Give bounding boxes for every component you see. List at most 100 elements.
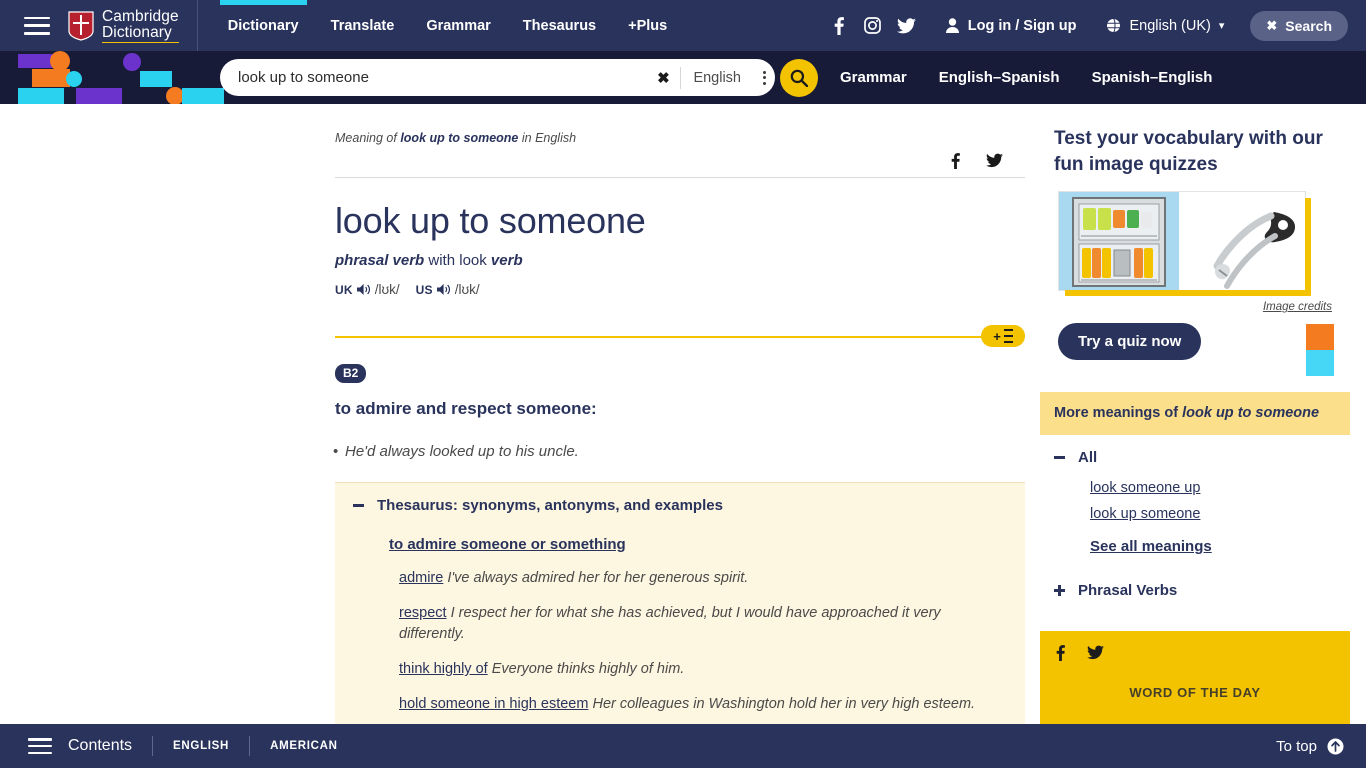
search-submit-button[interactable] — [780, 59, 818, 97]
nav-item-translate[interactable]: Translate — [315, 0, 411, 51]
cambridge-crest-icon — [68, 10, 94, 41]
entry-column: Meaning of look up to someone in English… — [333, 104, 1025, 724]
thesaurus-entry: think highly of Everyone thinks highly o… — [399, 659, 1007, 680]
chevron-down-icon: ▾ — [1218, 20, 1225, 32]
twitter-icon[interactable] — [890, 17, 924, 34]
synonym-term[interactable]: admire — [399, 570, 443, 586]
tab-american[interactable]: AMERICAN — [270, 740, 338, 752]
link-spanish-english[interactable]: Spanish–English — [1092, 69, 1213, 86]
search-toggle-button[interactable]: ✖ Search — [1250, 10, 1348, 41]
thesaurus-subheading[interactable]: to admire someone or something — [389, 536, 626, 553]
pos-main: phrasal verb — [335, 252, 425, 269]
tab-english[interactable]: ENGLISH — [173, 740, 229, 752]
arrow-up-icon — [1327, 738, 1344, 755]
wotd-facebook-icon[interactable] — [1056, 645, 1065, 662]
logo-text: Cambridge Dictionary — [102, 8, 179, 43]
link-english-spanish[interactable]: English–Spanish — [939, 69, 1060, 86]
synonym-term[interactable]: respect — [399, 605, 447, 621]
uk-audio-icon[interactable] — [356, 283, 371, 296]
search-input[interactable] — [220, 69, 647, 86]
more-meanings-body: All look someone up look up someone See … — [1040, 435, 1350, 599]
search-options-icon[interactable] — [753, 68, 775, 87]
more-head-word: look up to someone — [1182, 405, 1320, 422]
peeler-photo — [1179, 192, 1305, 291]
synonym-term[interactable]: hold someone in high esteem — [399, 696, 588, 712]
quiz-image-accent-right — [1305, 198, 1311, 297]
more-link-look-up-someone[interactable]: look up someone — [1090, 506, 1336, 522]
phrasal-verbs-toggle[interactable]: Phrasal Verbs — [1054, 582, 1336, 599]
swatch-orange — [1306, 324, 1334, 350]
pronunciation-row: UK /lʊk/ US /lʊk/ — [335, 269, 1025, 297]
thesaurus-heading-label: Thesaurus: synonyms, antonyms, and examp… — [377, 497, 723, 514]
synonym-example: I respect her for what she has achieved,… — [399, 605, 941, 643]
breadcrumb: Meaning of look up to someone in English — [335, 104, 1025, 145]
nav-item-plus[interactable]: +Plus — [612, 0, 683, 51]
quiz-title: Test your vocabulary with our fun image … — [1054, 128, 1323, 175]
see-all-meanings-link[interactable]: See all meanings — [1090, 538, 1212, 555]
collapse-minus-icon — [353, 504, 364, 507]
sidebar: Test your vocabulary with our fun image … — [1040, 104, 1350, 724]
language-selector[interactable]: English (UK) ▾ — [1106, 18, 1224, 34]
level-badge: B2 — [335, 364, 367, 383]
main-menu: Dictionary Translate Grammar Thesaurus +… — [212, 0, 684, 51]
share-row — [335, 145, 1025, 169]
share-facebook-icon[interactable] — [951, 153, 960, 169]
plus-label: + — [993, 328, 1001, 344]
synonym-example: Everyone thinks highly of him. — [491, 661, 685, 678]
nav-item-thesaurus[interactable]: Thesaurus — [507, 0, 612, 51]
word-of-the-day-title: WORD OF THE DAY — [1129, 685, 1261, 701]
uk-ipa: /lʊk/ — [374, 282, 400, 297]
link-grammar[interactable]: Grammar — [840, 69, 907, 86]
us-audio-icon[interactable] — [436, 283, 451, 296]
list-icon — [1003, 327, 1013, 344]
more-meanings-panel: More meanings of look up to someone All … — [1040, 392, 1350, 599]
part-of-speech: phrasal verb with look verb — [335, 242, 1025, 269]
example-sentence: He'd always looked up to his uncle. — [333, 419, 1025, 460]
facebook-icon[interactable] — [822, 16, 856, 35]
main-content-area: Meaning of look up to someone in English… — [0, 104, 1366, 724]
share-twitter-icon[interactable] — [986, 153, 1003, 169]
instagram-icon[interactable] — [856, 17, 890, 34]
nav-item-dictionary[interactable]: Dictionary — [212, 0, 315, 51]
swatch-cyan — [1306, 350, 1334, 376]
entry-divider-line — [335, 336, 983, 338]
search-language-selector[interactable]: English — [681, 70, 753, 86]
more-all-toggle[interactable]: All — [1054, 449, 1336, 466]
quiz-image-accent-bottom — [1065, 290, 1311, 297]
thesaurus-entry: hold someone in high esteem Her colleagu… — [399, 694, 1007, 715]
expand-plus-icon — [1054, 585, 1065, 597]
globe-icon — [1106, 18, 1122, 33]
more-head-pre: More meanings of — [1054, 405, 1183, 422]
search-input-container: ✖ English — [220, 59, 775, 96]
breadcrumb-word: look up to someone — [400, 131, 519, 145]
nav-divider — [196, 0, 198, 51]
login-signup-button[interactable]: Log in / Sign up — [945, 17, 1077, 34]
thesaurus-header[interactable]: Thesaurus: synonyms, antonyms, and examp… — [353, 497, 1007, 514]
wotd-twitter-icon[interactable] — [1087, 645, 1104, 661]
try-a-quiz-button[interactable]: Try a quiz now — [1058, 323, 1202, 361]
logo-line-2: Dictionary — [102, 24, 179, 43]
more-link-look-someone-up[interactable]: look someone up — [1090, 480, 1336, 496]
collapse-minus-icon — [1054, 456, 1065, 459]
clear-search-icon[interactable]: ✖ — [646, 69, 680, 87]
quiz-image[interactable] — [1058, 191, 1311, 297]
more-meanings-header: More meanings of look up to someone — [1040, 392, 1350, 436]
contents-label[interactable]: Contents — [68, 737, 132, 755]
hamburger-menu-icon[interactable] — [24, 16, 50, 35]
nav-item-grammar[interactable]: Grammar — [410, 0, 506, 51]
dishwasher-photo — [1059, 192, 1179, 291]
site-logo[interactable]: Cambridge Dictionary — [68, 0, 179, 51]
page-title: look up to someone — [335, 200, 646, 241]
language-label: English (UK) — [1129, 17, 1211, 34]
uk-label: UK — [335, 282, 353, 297]
top-navigation-bar: Cambridge Dictionary Dictionary Translat… — [0, 0, 1366, 51]
thesaurus-entry: respect I respect her for what she has a… — [399, 603, 1007, 645]
contents-hamburger-icon[interactable] — [28, 738, 52, 754]
synonym-term[interactable]: think highly of — [399, 661, 488, 677]
thesaurus-panel: Thesaurus: synonyms, antonyms, and examp… — [335, 482, 1025, 724]
add-to-wordlist-button[interactable]: + — [981, 325, 1025, 347]
to-top-button[interactable]: To top — [1276, 738, 1344, 755]
entry-divider-row: + — [335, 325, 1025, 347]
login-label: Log in / Sign up — [967, 17, 1077, 34]
word-of-the-day-panel: WORD OF THE DAY — [1040, 631, 1350, 724]
